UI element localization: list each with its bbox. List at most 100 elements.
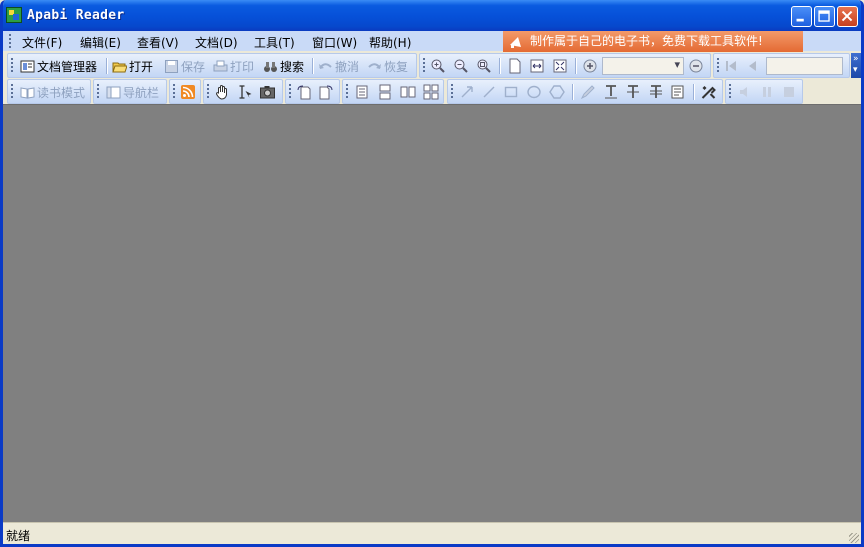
- redo-button[interactable]: 恢复: [367, 58, 408, 74]
- undo-label: 撤消: [335, 59, 360, 74]
- sound-icon[interactable]: [737, 84, 753, 100]
- save-disk-icon: [165, 59, 178, 73]
- save-button[interactable]: 保存: [164, 58, 205, 74]
- text-underline-icon[interactable]: [603, 84, 619, 100]
- previous-page-icon[interactable]: [745, 58, 761, 74]
- toolbar-grip[interactable]: [289, 84, 291, 100]
- app-icon[interactable]: [6, 7, 22, 23]
- toolbar-grip[interactable]: [423, 58, 425, 74]
- fit-width-icon[interactable]: [529, 58, 545, 74]
- document-view-area[interactable]: [3, 104, 861, 523]
- search-button[interactable]: 搜索: [263, 58, 304, 74]
- zoom-in-icon[interactable]: [430, 58, 446, 74]
- open-label: 打开: [129, 59, 154, 74]
- minimize-icon: [796, 18, 804, 22]
- toolbar-grip[interactable]: [717, 58, 719, 74]
- pencil-tool-icon[interactable]: [580, 84, 596, 100]
- page-number-field[interactable]: [766, 57, 843, 75]
- menu-window[interactable]: 窗口(W): [312, 34, 357, 51]
- status-bar: 就绪: [3, 522, 861, 544]
- single-page-icon[interactable]: [354, 84, 370, 100]
- ellipse-tool-icon[interactable]: [526, 84, 542, 100]
- menubar-grip[interactable]: [9, 34, 11, 48]
- resize-grip[interactable]: [849, 533, 859, 543]
- annotation-settings-icon[interactable]: [700, 84, 717, 100]
- snapshot-camera-icon[interactable]: [259, 84, 276, 100]
- ad-banner[interactable]: 制作属于自己的电子书，免费下载工具软件!: [503, 31, 803, 52]
- continuous-page-icon[interactable]: [377, 84, 393, 100]
- save-label: 保存: [181, 59, 206, 74]
- toolbar-grip[interactable]: [97, 84, 99, 100]
- hand-tool-icon[interactable]: [214, 84, 231, 100]
- text-highlight-icon[interactable]: [648, 84, 664, 100]
- zoom-combo[interactable]: [602, 57, 684, 75]
- zoom-toolbar: [419, 53, 711, 78]
- nav-bar-toolbar: 导航栏: [93, 79, 167, 104]
- toolbar-separator: [106, 58, 108, 74]
- toolbar-grip[interactable]: [451, 84, 453, 100]
- reading-mode-toolbar: 读书模式: [7, 79, 91, 104]
- maximize-icon: [818, 10, 830, 22]
- polygon-tool-icon[interactable]: [549, 84, 565, 100]
- menu-tools[interactable]: 工具(T): [254, 34, 295, 51]
- maximize-button[interactable]: [814, 6, 835, 27]
- toolbar-separator: [575, 58, 577, 74]
- facing-pages-icon[interactable]: [400, 84, 416, 100]
- toolbar-grip[interactable]: [11, 84, 13, 100]
- line-tool-icon[interactable]: [481, 84, 497, 100]
- app-window: Apabi Reader 文件(F) 编辑(E) 查看(V) 文档(D) 工具(…: [0, 0, 864, 547]
- rotate-right-icon[interactable]: [318, 84, 334, 100]
- doc-manager-button[interactable]: 文档管理器: [20, 58, 97, 74]
- arrow-tool-icon[interactable]: [459, 84, 475, 100]
- close-icon: [841, 10, 853, 22]
- menu-view[interactable]: 查看(V): [137, 34, 179, 51]
- menu-document[interactable]: 文档(D): [195, 34, 238, 51]
- ad-banner-text: 制作属于自己的电子书，免费下载工具软件!: [530, 34, 763, 48]
- stop-icon[interactable]: [781, 84, 797, 100]
- rectangle-tool-icon[interactable]: [503, 84, 519, 100]
- text-select-icon[interactable]: [236, 84, 253, 100]
- book-icon: [20, 86, 35, 99]
- nav-bar-button[interactable]: 导航栏: [106, 84, 159, 100]
- nav-panel-icon: [106, 86, 121, 98]
- status-text: 就绪: [6, 529, 31, 543]
- toolbar-overflow-chevron[interactable]: [851, 53, 861, 78]
- binoculars-icon: [264, 61, 277, 72]
- printer-icon: [213, 60, 228, 71]
- zoom-out-icon[interactable]: [453, 58, 469, 74]
- note-icon[interactable]: [670, 84, 686, 100]
- pause-icon[interactable]: [759, 84, 775, 100]
- toolbar-grip[interactable]: [346, 84, 348, 100]
- first-page-icon[interactable]: [723, 58, 739, 74]
- text-strikethrough-icon[interactable]: [625, 84, 641, 100]
- page-layout-toolbar: [342, 79, 444, 104]
- toolbar-separator: [572, 84, 574, 100]
- toolbar-grip[interactable]: [207, 84, 209, 100]
- zoom-area-icon[interactable]: [476, 58, 492, 74]
- doc-manager-icon: [20, 60, 35, 72]
- rotate-left-icon[interactable]: [296, 84, 312, 100]
- zoom-decrease-icon[interactable]: [688, 58, 704, 74]
- toolbar-grip[interactable]: [729, 84, 731, 100]
- title-bar[interactable]: Apabi Reader: [3, 0, 861, 31]
- toolbar-grip[interactable]: [11, 58, 13, 74]
- annotation-toolbar: [447, 79, 723, 104]
- open-button[interactable]: 打开: [112, 58, 153, 74]
- zoom-increase-icon[interactable]: [582, 58, 598, 74]
- close-button[interactable]: [837, 6, 858, 27]
- tools-toolbar: [203, 79, 283, 104]
- continuous-facing-icon[interactable]: [423, 84, 439, 100]
- reading-mode-button[interactable]: 读书模式: [20, 84, 85, 100]
- rss-icon[interactable]: [180, 84, 196, 100]
- undo-button[interactable]: 撤消: [318, 58, 359, 74]
- minimize-button[interactable]: [791, 6, 812, 27]
- toolbar-grip[interactable]: [173, 84, 175, 100]
- actual-size-icon[interactable]: [507, 58, 523, 74]
- rss-toolbar: [169, 79, 201, 104]
- fit-page-icon[interactable]: [552, 58, 568, 74]
- menu-help[interactable]: 帮助(H): [369, 34, 411, 51]
- print-button[interactable]: 打印: [213, 58, 254, 74]
- menu-file[interactable]: 文件(F): [22, 34, 62, 51]
- toolbar-separator: [312, 58, 314, 74]
- menu-edit[interactable]: 编辑(E): [80, 34, 121, 51]
